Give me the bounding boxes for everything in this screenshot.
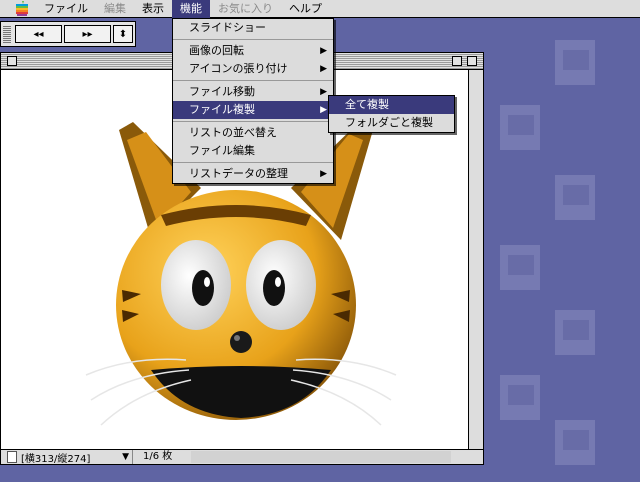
menu-bar: ファイル 編集 表示 機能 お気に入り ヘルプ	[0, 0, 640, 18]
mac-logo-watermark	[500, 245, 540, 290]
menu-item-duplicate-with-folder[interactable]: フォルダごと複製	[329, 114, 454, 132]
image-count: 1/6 枚	[143, 451, 173, 462]
menu-file[interactable]: ファイル	[36, 0, 96, 18]
menu-item-sort-list[interactable]: リストの並べ替え	[173, 124, 333, 142]
mac-logo-watermark	[555, 310, 595, 355]
menu-separator	[173, 162, 333, 163]
stepper-icon: ⬍	[118, 28, 128, 40]
menu-help[interactable]: ヘルプ	[281, 0, 330, 18]
apple-menu[interactable]	[0, 0, 36, 17]
control-palette: ◂◂ ▸▸ ⬍	[0, 21, 136, 47]
document-icon	[7, 451, 17, 463]
menu-item-label: フォルダごと複製	[345, 116, 433, 129]
menu-item-label: ファイル移動	[189, 85, 255, 98]
dimensions-dropdown[interactable]: [横313/縦274] ▼	[7, 450, 133, 465]
rewind-icon: ◂◂	[33, 28, 44, 40]
palette-drag-handle[interactable]	[3, 25, 11, 43]
menu-view[interactable]: 表示	[134, 0, 172, 18]
mac-logo-watermark	[555, 420, 595, 465]
menu-item-organize-list-data[interactable]: リストデータの整理 ▶	[173, 165, 333, 183]
submenu-arrow-icon: ▶	[320, 87, 327, 97]
menu-separator	[173, 121, 333, 122]
function-menu: スライドショー 画像の回転 ▶ アイコンの張り付け ▶ ファイル移動 ▶ ファイル複製…	[172, 18, 334, 184]
apple-logo-icon	[16, 0, 28, 16]
submenu-arrow-icon: ▶	[320, 46, 327, 56]
status-bar: [横313/縦274] ▼ 1/6 枚	[1, 449, 483, 465]
submenu-arrow-icon: ▶	[320, 105, 327, 115]
zoom-box[interactable]	[452, 56, 462, 66]
menu-item-label: ファイル複製	[189, 103, 255, 116]
menu-item-rotate-image[interactable]: 画像の回転 ▶	[173, 42, 333, 60]
submenu-arrow-icon: ▶	[320, 64, 327, 74]
submenu-arrow-icon: ▶	[320, 169, 327, 179]
menu-item-duplicate-all[interactable]: 全て複製	[329, 96, 454, 114]
menu-separator	[173, 80, 333, 81]
menu-item-label: スライドショー	[189, 21, 266, 34]
menu-item-label: リストデータの整理	[189, 167, 288, 180]
mac-logo-watermark	[555, 40, 595, 85]
menu-edit[interactable]: 編集	[96, 0, 134, 18]
collapse-box[interactable]	[467, 56, 477, 66]
mac-logo-watermark	[500, 375, 540, 420]
stepper-button[interactable]: ⬍	[113, 25, 133, 43]
forward-button[interactable]: ▸▸	[64, 25, 111, 43]
menu-function[interactable]: 機能	[172, 0, 210, 18]
menu-item-move-file[interactable]: ファイル移動 ▶	[173, 83, 333, 101]
menu-separator	[173, 39, 333, 40]
close-box[interactable]	[7, 56, 17, 66]
mac-logo-watermark	[555, 175, 595, 220]
menu-item-duplicate-file[interactable]: ファイル複製 ▶	[173, 101, 333, 119]
menu-item-edit-file[interactable]: ファイル編集	[173, 142, 333, 160]
menu-item-label: 全て複製	[345, 98, 389, 111]
mac-logo-watermark	[500, 105, 540, 150]
menu-item-label: ファイル編集	[189, 144, 255, 157]
menu-favorites[interactable]: お気に入り	[210, 0, 281, 18]
chevron-down-icon: ▼	[122, 452, 129, 462]
forward-icon: ▸▸	[82, 28, 93, 40]
menu-item-label: リストの並べ替え	[189, 126, 277, 139]
menu-item-paste-icon[interactable]: アイコンの張り付け ▶	[173, 60, 333, 78]
rewind-button[interactable]: ◂◂	[15, 25, 62, 43]
menu-item-label: 画像の回転	[189, 44, 244, 57]
vertical-scrollbar[interactable]	[468, 70, 483, 449]
dimensions-label: [横313/縦274]	[21, 453, 91, 465]
duplicate-submenu: 全て複製 フォルダごと複製	[328, 95, 455, 133]
horizontal-scrollbar[interactable]	[191, 451, 451, 463]
menu-item-label: アイコンの張り付け	[189, 62, 288, 75]
menu-item-slideshow[interactable]: スライドショー	[173, 19, 333, 37]
